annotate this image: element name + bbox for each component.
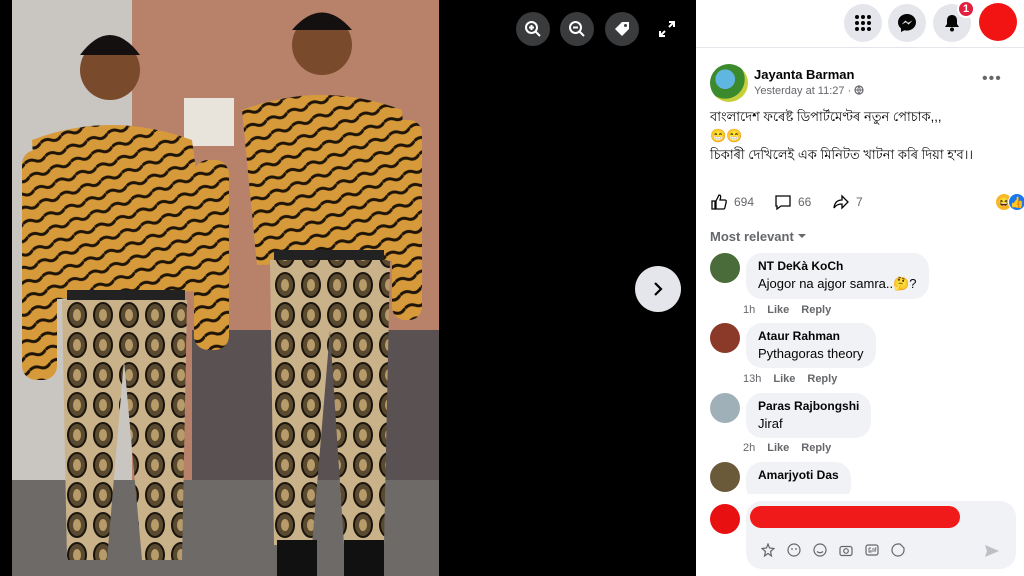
like-count-text: 694 (734, 195, 755, 209)
share-icon (833, 194, 849, 210)
messenger-icon (898, 14, 916, 32)
like-reaction-icon: 👍 (1008, 193, 1024, 211)
bell-icon (945, 15, 959, 32)
comment-bubble: Paras Rajbongshi Jiraf (746, 393, 872, 438)
comment-count[interactable]: 66 (774, 193, 811, 211)
comment-bubble: Ataur Rahman Pythagoras theory (746, 323, 876, 368)
commenter-avatar[interactable] (710, 462, 740, 492)
commenter-name[interactable]: Ataur Rahman (758, 329, 864, 343)
sort-label: Most relevant (710, 229, 794, 244)
sticker-icon[interactable] (786, 542, 802, 558)
comment-text: Jiraf (758, 416, 783, 431)
comment-like-button[interactable]: Like (767, 304, 789, 316)
comment-like-button[interactable]: Like (773, 373, 795, 385)
gif-icon[interactable] (864, 542, 880, 558)
messenger-button[interactable] (888, 4, 926, 42)
avatar-sticker-icon[interactable] (760, 542, 776, 558)
commenter-avatar[interactable] (710, 393, 740, 423)
send-button[interactable] (984, 543, 1000, 564)
zoom-out-icon (569, 21, 585, 37)
emoji-icon[interactable] (812, 542, 828, 558)
comment-composer (696, 494, 1024, 576)
zoom-in-button[interactable] (516, 12, 550, 46)
comment-input[interactable] (746, 501, 1016, 569)
post-body: বাংলাদেশ ফৰেষ্ট ডিপাৰ্টমেণ্টৰ নতুন পোচাক… (710, 107, 1010, 164)
post-time-text: Yesterday at 11:27 · (754, 85, 852, 97)
commenter-avatar[interactable] (710, 253, 740, 283)
share-count-text: 7 (856, 195, 863, 209)
caret-down-icon (798, 234, 807, 238)
next-photo-button[interactable] (635, 266, 681, 312)
menu-button[interactable] (844, 4, 882, 42)
camera-icon[interactable] (838, 542, 854, 558)
like-count[interactable]: 694 (710, 193, 754, 211)
comment-actions: 13h Like Reply (743, 373, 837, 385)
photo-viewer (0, 0, 696, 576)
comment-icon (775, 195, 791, 211)
post-photo (12, 0, 439, 576)
author-name[interactable]: Jayanta Barman (754, 67, 854, 82)
notifications-button[interactable]: 1 (933, 0, 975, 42)
top-bar: 1 (696, 0, 1024, 48)
post-options-icon[interactable]: ••• (982, 70, 1002, 88)
reaction-bar: 694 66 7 😆 👍 (710, 193, 1024, 213)
comment-reply-button[interactable]: Reply (801, 442, 831, 454)
post-emoji: 😁😁 (710, 128, 743, 143)
notification-badge: 1 (957, 0, 975, 18)
share-count[interactable]: 7 (832, 193, 863, 211)
post-timestamp[interactable]: Yesterday at 11:27 · (754, 85, 864, 97)
post-line-1: বাংলাদেশ ফৰেষ্ট ডিপাৰ্টমেণ্টৰ নতুন পোচাক… (710, 109, 942, 124)
reaction-summary[interactable]: 😆 👍 (995, 193, 1024, 211)
comment-reply-button[interactable]: Reply (807, 373, 837, 385)
sticker-face-icon[interactable] (890, 542, 906, 558)
author-avatar[interactable] (710, 64, 748, 102)
fullscreen-button[interactable] (656, 18, 678, 40)
comment-like-button[interactable]: Like (767, 442, 789, 454)
comment-actions: 1h Like Reply (743, 304, 831, 316)
chevron-right-icon (654, 282, 663, 296)
commenter-avatar[interactable] (710, 323, 740, 353)
tag-icon (615, 22, 629, 36)
comment-text: Pythagoras theory (758, 346, 864, 361)
comment-time[interactable]: 13h (743, 373, 761, 385)
my-avatar[interactable] (710, 504, 740, 534)
commenter-name[interactable]: NT DeKà KoCh (758, 259, 917, 273)
comment-text: Ajogor na ajgor samra..🤔? (758, 276, 917, 291)
post-panel: 1 Jayanta Barman Yesterday at 11:27 · ••… (696, 0, 1024, 576)
thumbs-up-icon (711, 194, 727, 210)
composer-tools (760, 542, 906, 558)
zoom-in-icon (525, 21, 541, 37)
tag-button[interactable] (605, 12, 639, 46)
post-header: Jayanta Barman Yesterday at 11:27 · ••• (710, 64, 1010, 104)
commenter-name[interactable]: Amarjyoti Das (758, 468, 839, 482)
comment-sort-dropdown[interactable]: Most relevant (710, 229, 807, 244)
commenter-name[interactable]: Paras Rajbongshi (758, 399, 859, 413)
comment-actions: 2h Like Reply (743, 442, 831, 454)
comment-bubble: NT DeKà KoCh Ajogor na ajgor samra..🤔? (746, 253, 929, 299)
grid-menu-icon (855, 15, 871, 31)
expand-icon (659, 21, 675, 37)
redacted-placeholder (750, 506, 960, 528)
zoom-out-button[interactable] (560, 12, 594, 46)
send-icon (985, 545, 999, 557)
account-avatar[interactable] (979, 3, 1017, 41)
comment-reply-button[interactable]: Reply (801, 304, 831, 316)
post-line-2: চিকাৰী দেখিলেই এক মিনিটত খাটনা কৰি দিয়া… (710, 147, 974, 162)
globe-icon (854, 85, 864, 95)
comment-time[interactable]: 1h (743, 304, 755, 316)
photo-image (12, 0, 439, 576)
comment-time[interactable]: 2h (743, 442, 755, 454)
comment-count-text: 66 (798, 195, 812, 209)
